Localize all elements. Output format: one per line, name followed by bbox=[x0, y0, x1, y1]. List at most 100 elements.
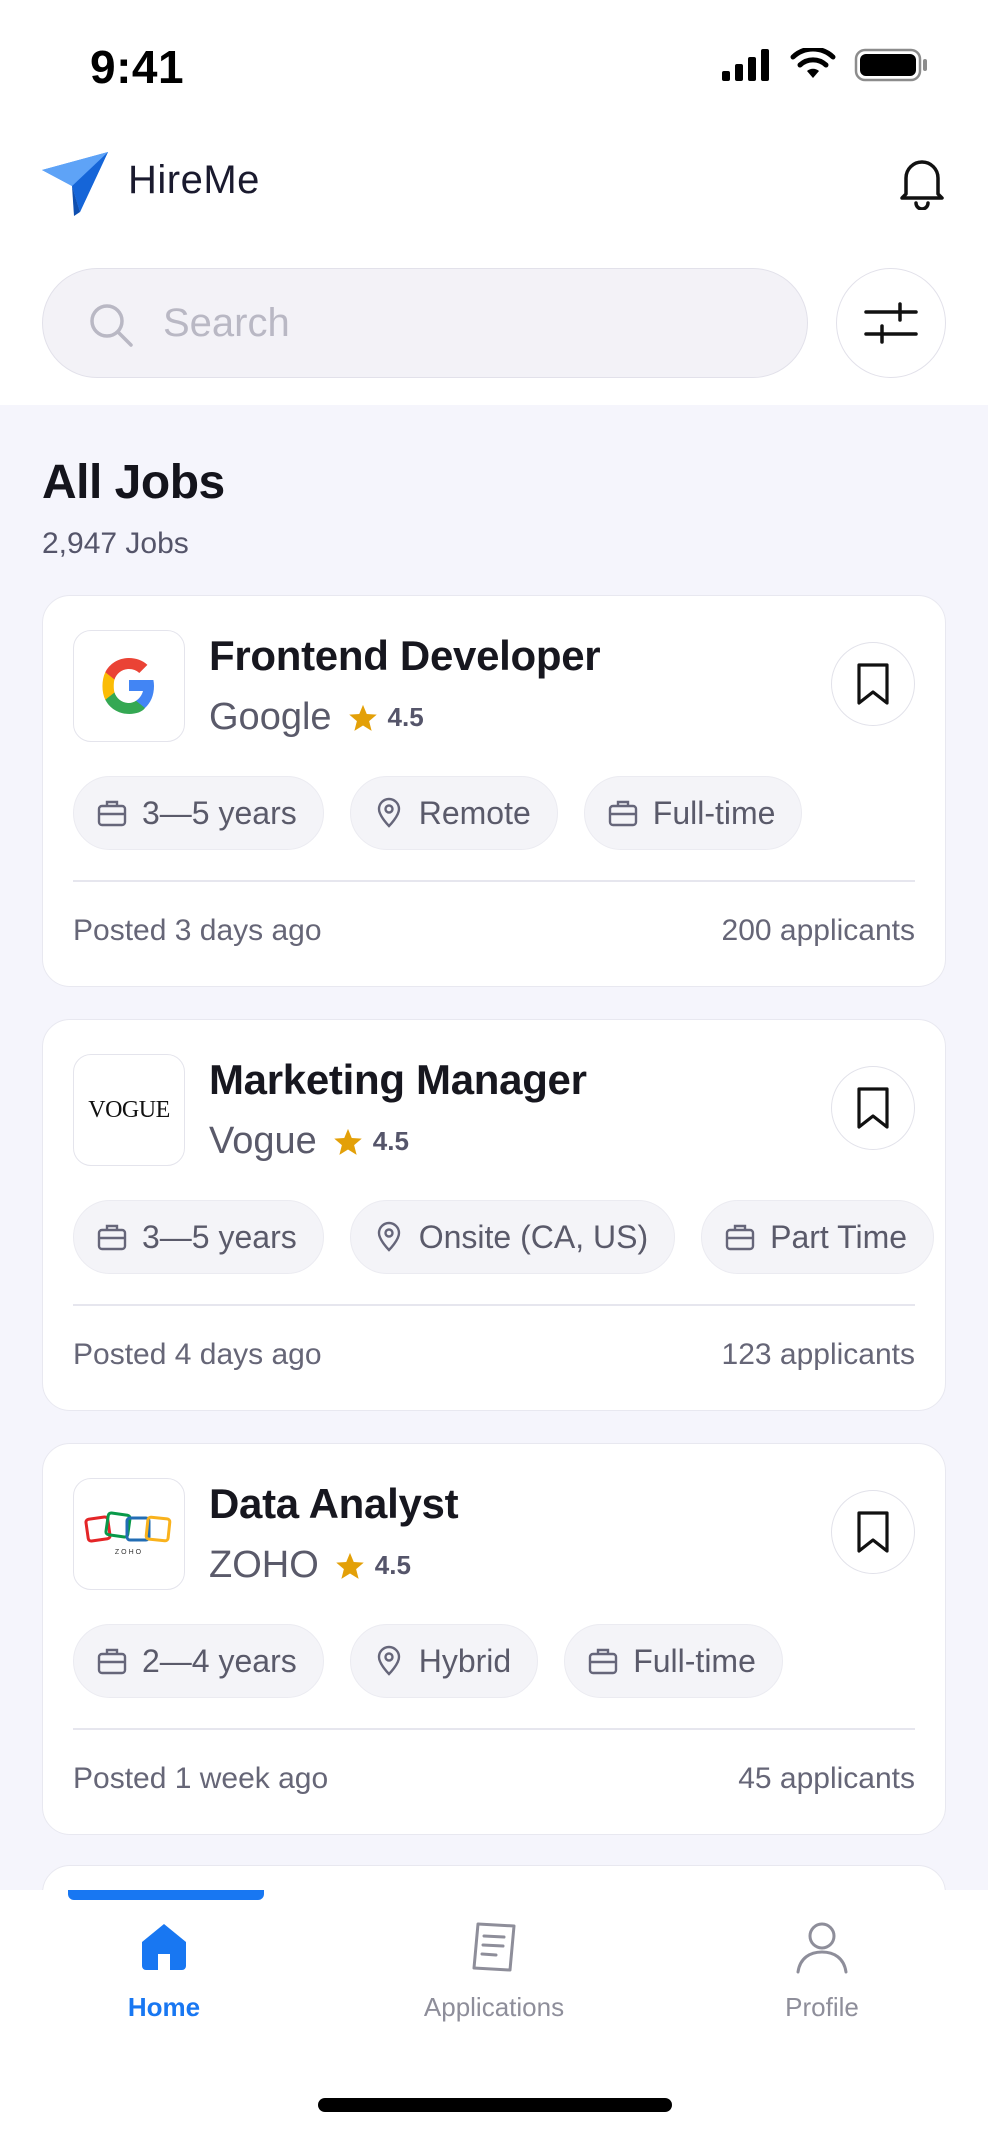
briefcase-icon bbox=[725, 1224, 755, 1251]
rating: 4.5 bbox=[387, 702, 424, 732]
job-card[interactable]: VOGUE Marketing Manager Vogue 4.5 3—5 ye… bbox=[42, 1019, 946, 1411]
company-row: ZOHO 4.5 bbox=[209, 1544, 411, 1587]
briefcase-icon bbox=[97, 800, 127, 827]
applicant-count: 45 applicants bbox=[738, 1762, 915, 1795]
experience-tag: 3—5 years bbox=[73, 1200, 324, 1274]
job-type-tag: Full-time bbox=[583, 776, 803, 850]
posted-date: Posted 4 days ago bbox=[73, 1338, 322, 1371]
screen: 9:41 HireMe Search All Jobs 2,947 Jobs F… bbox=[0, 0, 988, 2140]
posted-date: Posted 1 week ago bbox=[73, 1762, 329, 1795]
briefcase-icon bbox=[97, 1648, 127, 1675]
company-name: ZOHO bbox=[209, 1544, 319, 1586]
tag-label: 2—4 years bbox=[142, 1642, 297, 1679]
status-icons bbox=[722, 48, 928, 82]
briefcase-icon bbox=[589, 1648, 618, 1675]
location-pin-icon bbox=[377, 1221, 400, 1252]
search-icon bbox=[90, 304, 133, 347]
tag-label: 3—5 years bbox=[142, 1218, 297, 1255]
tag-label: Full-time bbox=[652, 794, 776, 831]
document-icon bbox=[472, 1922, 516, 1972]
job-tags: 3—5 years Remote Full-time bbox=[73, 776, 803, 850]
tag-label: Hybrid bbox=[418, 1642, 512, 1679]
bookmark-icon bbox=[857, 663, 889, 705]
tag-label: Part Time bbox=[770, 1218, 908, 1255]
star-icon bbox=[336, 1552, 364, 1579]
tag-label: Remote bbox=[418, 794, 531, 831]
job-title: Frontend Developer bbox=[209, 632, 601, 679]
google-g-icon bbox=[102, 658, 154, 714]
location-pin-icon bbox=[377, 1645, 400, 1676]
app-title: HireMe bbox=[128, 158, 260, 202]
job-title: Data Analyst bbox=[209, 1480, 459, 1527]
company-name: Google bbox=[209, 696, 332, 738]
company-name: Vogue bbox=[209, 1120, 317, 1162]
bookmark-button[interactable] bbox=[831, 1066, 915, 1150]
zoho-logo: ZOHO bbox=[73, 1478, 185, 1590]
nav-label: Home bbox=[127, 1992, 201, 2022]
rating: 4.5 bbox=[372, 1126, 409, 1156]
experience-tag: 3—5 years bbox=[73, 776, 324, 850]
home-icon bbox=[142, 1924, 186, 1970]
job-tags: 2—4 years Hybrid Full-time bbox=[73, 1624, 783, 1698]
location-tag: Remote bbox=[349, 776, 558, 850]
job-count: 2,947 Jobs bbox=[42, 527, 189, 560]
job-list-section: All Jobs 2,947 Jobs Frontend Developer G… bbox=[0, 405, 988, 1890]
signal-icon bbox=[722, 49, 769, 81]
divider bbox=[73, 1728, 915, 1730]
zoho-logo-text: ZOHO bbox=[115, 1549, 143, 1556]
job-tags: 3—5 years Onsite (CA, US) Part Time bbox=[73, 1200, 935, 1274]
tag-label: Onsite (CA, US) bbox=[418, 1218, 649, 1255]
vogue-logo: VOGUE bbox=[73, 1054, 185, 1166]
active-tab-indicator bbox=[68, 1890, 264, 1900]
star-icon bbox=[348, 704, 377, 731]
battery-icon bbox=[854, 48, 927, 82]
filter-button[interactable] bbox=[836, 268, 946, 378]
section-title: All Jobs bbox=[42, 456, 225, 509]
nav-label: Applications bbox=[423, 1992, 565, 2022]
bookmark-button[interactable] bbox=[831, 1490, 915, 1574]
rating: 4.5 bbox=[374, 1550, 411, 1580]
divider bbox=[73, 880, 915, 882]
bookmark-icon bbox=[857, 1087, 889, 1129]
status-bar: 9:41 bbox=[0, 0, 988, 130]
zoho-logo-mark: ZOHO bbox=[84, 1511, 172, 1556]
sliders-icon bbox=[864, 302, 918, 344]
job-card[interactable]: ZOHO Data Analyst ZOHO 4.5 2—4 years Hyb bbox=[42, 1443, 946, 1835]
app-header: HireMe bbox=[0, 140, 988, 230]
job-type-tag: Full-time bbox=[564, 1624, 783, 1698]
bell-icon[interactable] bbox=[896, 154, 948, 210]
nav-profile[interactable]: Profile bbox=[722, 1916, 922, 2036]
applicant-count: 200 applicants bbox=[721, 914, 915, 947]
location-tag: Onsite (CA, US) bbox=[349, 1200, 676, 1274]
job-type-tag: Part Time bbox=[701, 1200, 935, 1274]
posted-date: Posted 3 days ago bbox=[73, 914, 322, 947]
briefcase-icon bbox=[608, 800, 637, 827]
search-row bbox=[0, 268, 988, 380]
star-icon bbox=[334, 1128, 362, 1155]
location-tag: Hybrid bbox=[349, 1624, 539, 1698]
experience-tag: 2—4 years bbox=[73, 1624, 324, 1698]
vogue-logo-text: VOGUE bbox=[88, 1096, 170, 1123]
job-card-partial[interactable] bbox=[42, 1865, 946, 1890]
briefcase-icon bbox=[97, 1224, 127, 1251]
nav-applications[interactable]: Applications bbox=[394, 1916, 594, 2036]
nav-label: Profile bbox=[785, 1992, 859, 2022]
bookmark-icon bbox=[857, 1511, 889, 1553]
search-box[interactable] bbox=[42, 268, 808, 378]
job-title: Marketing Manager bbox=[209, 1056, 587, 1103]
tag-label: 3—5 years bbox=[142, 794, 297, 831]
divider bbox=[73, 1304, 915, 1306]
nav-home[interactable]: Home bbox=[64, 1916, 264, 2036]
company-row: Google 4.5 bbox=[209, 696, 424, 739]
applicant-count: 123 applicants bbox=[721, 1338, 915, 1371]
tag-label: Full-time bbox=[633, 1642, 756, 1679]
wifi-icon bbox=[790, 48, 836, 78]
search-input[interactable] bbox=[163, 293, 763, 353]
status-time: 9:41 bbox=[90, 41, 185, 93]
paper-plane-logo-icon bbox=[42, 152, 108, 216]
google-logo bbox=[73, 630, 185, 742]
company-row: Vogue 4.5 bbox=[209, 1120, 409, 1163]
job-card[interactable]: Frontend Developer Google 4.5 3—5 years … bbox=[42, 595, 946, 987]
location-pin-icon bbox=[377, 797, 400, 828]
bookmark-button[interactable] bbox=[831, 642, 915, 726]
